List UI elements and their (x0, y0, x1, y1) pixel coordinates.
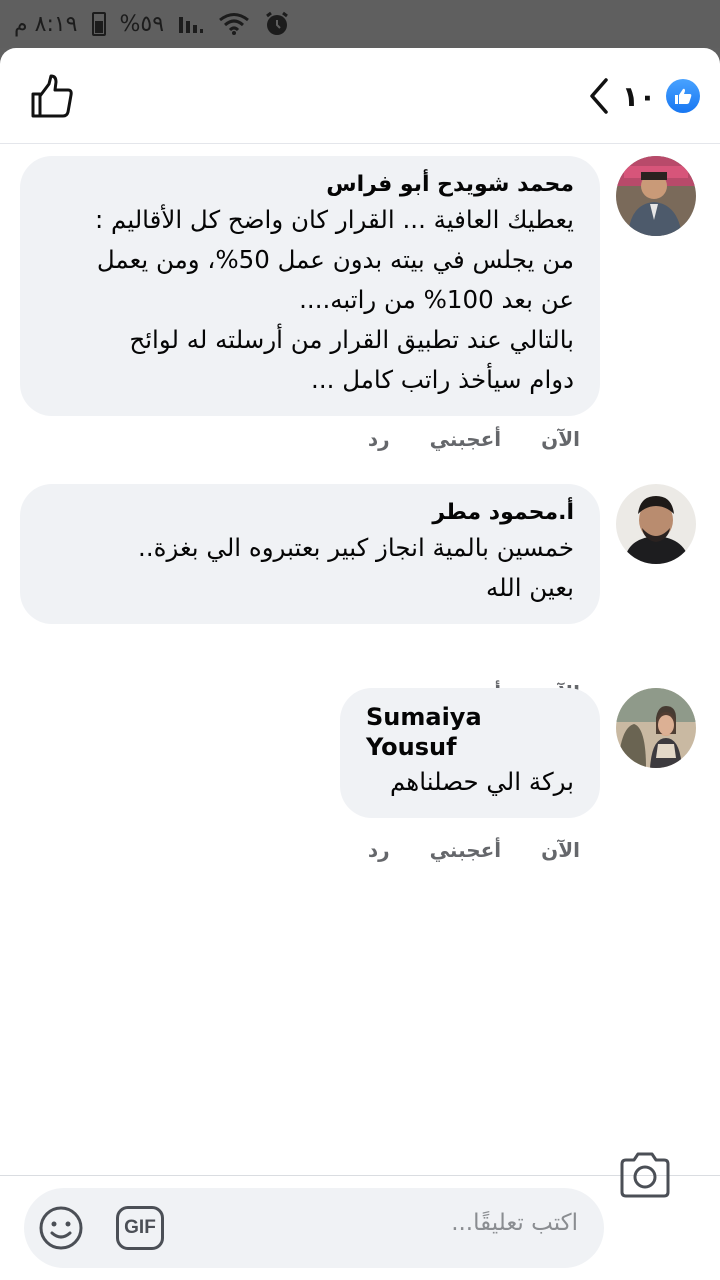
comment-text: خمسين بالمية انجاز كبير بعتبروه الي بغزة… (138, 533, 574, 602)
thumbs-up-icon[interactable] (28, 72, 76, 120)
comment-input-placeholder: اكتب تعليقًا... (451, 1210, 578, 1236)
composer-divider (0, 1175, 720, 1176)
avatar[interactable] (616, 156, 696, 236)
comment-bubble[interactable]: محمد شويدح أبو فراس يعطيك العافية ... ال… (20, 156, 600, 416)
signal-icon (179, 17, 204, 33)
comment-author[interactable]: أ.محمود مطر (46, 498, 574, 528)
like-button[interactable]: أعجبني (430, 838, 502, 862)
avatar[interactable] (616, 484, 696, 564)
comment-bubble[interactable]: أ.محمود مطر خمسين بالمية انجاز كبير بعتب… (20, 484, 600, 624)
status-time: ٨:١٩ م (14, 11, 78, 37)
like-summary[interactable]: ١٠ (586, 76, 700, 116)
wifi-icon (219, 13, 249, 35)
like-badge-icon (666, 79, 700, 113)
comment-text: بركة الي حصلناهم (390, 767, 574, 796)
like-count: ١٠ (621, 79, 656, 113)
comment-actions: الآن أعجبني رد (368, 838, 580, 862)
status-bar: ٨:١٩ م %٥٩ (0, 0, 720, 48)
reactions-header: ١٠ (0, 48, 720, 144)
reply-button[interactable]: رد (368, 427, 390, 451)
gif-icon[interactable]: GIF (116, 1206, 164, 1250)
battery-icon (91, 12, 106, 36)
comment-item: محمد شويدح أبو فراس يعطيك العافية ... ال… (20, 156, 696, 456)
battery-level: %٥٩ (119, 11, 165, 37)
reply-button[interactable]: رد (368, 838, 390, 862)
comment-author[interactable]: Sumaiya Yousuf (366, 702, 574, 762)
alarm-icon (266, 11, 288, 35)
like-button[interactable]: أعجبني (430, 427, 502, 451)
comment-item: أ.محمود مطر خمسين بالمية انجاز كبير بعتب… (20, 484, 696, 705)
comment-author[interactable]: محمد شويدح أبو فراس (46, 170, 574, 200)
comment-text: يعطيك العافية ... القرار كان واضح كل الأ… (94, 205, 574, 394)
comment-bubble[interactable]: Sumaiya Yousuf بركة الي حصلناهم (340, 688, 600, 818)
avatar[interactable] (616, 688, 696, 768)
comment-time: الآن (541, 427, 580, 451)
chevron-left-icon[interactable] (586, 76, 612, 116)
comment-time: الآن (541, 838, 580, 862)
camera-icon[interactable] (618, 1150, 672, 1200)
comment-input[interactable]: GIF اكتب تعليقًا... (24, 1188, 604, 1268)
comment-actions: الآن أعجبني رد (368, 427, 580, 451)
comment-item: Sumaiya Yousuf بركة الي حصلناهم الآن أعج… (20, 688, 696, 862)
comments-sheet: ١٠ محمد شويدح أبو فراس يعطيك العافية ...… (0, 48, 720, 1280)
emoji-icon[interactable] (38, 1205, 84, 1251)
